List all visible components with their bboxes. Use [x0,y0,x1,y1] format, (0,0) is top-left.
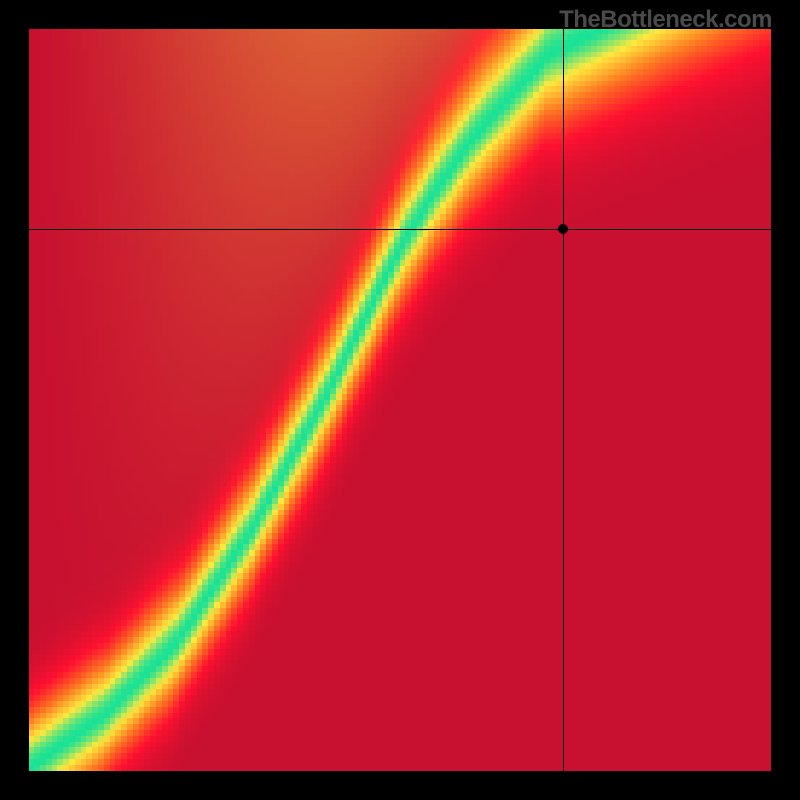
watermark-text: TheBottleneck.com [559,6,772,34]
crosshair-marker [558,224,568,234]
crosshair-vertical [563,29,564,771]
bottleneck-heatmap [29,29,771,771]
crosshair-horizontal [29,229,771,230]
chart-stage: TheBottleneck.com [0,0,800,800]
